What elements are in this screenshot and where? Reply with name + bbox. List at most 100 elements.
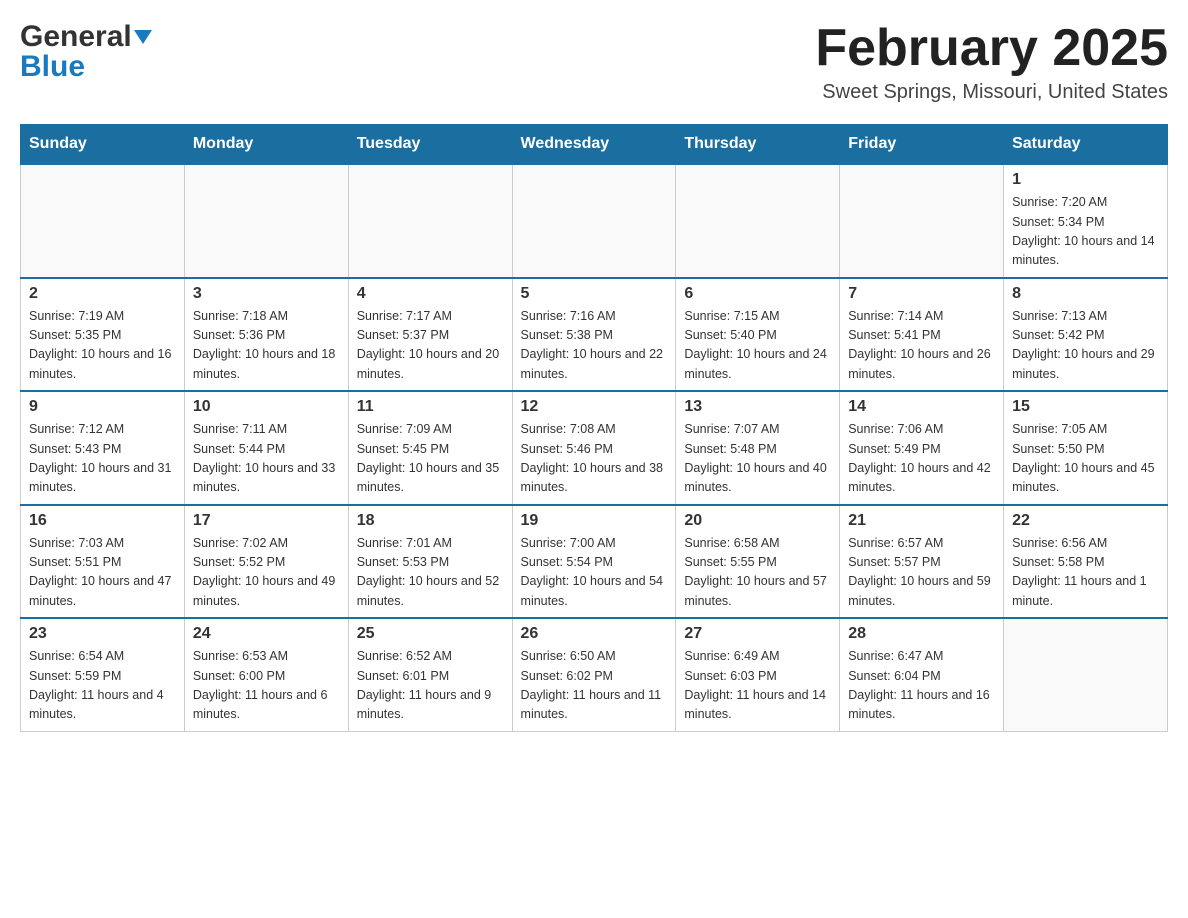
day-number-2: 2 [29,285,176,303]
day-info-24: Sunrise: 6:53 AMSunset: 6:00 PMDaylight:… [193,647,340,725]
day-info-22: Sunrise: 6:56 AMSunset: 5:58 PMDaylight:… [1012,534,1159,612]
calendar-cell-w4-d5: 20 Sunrise: 6:58 AMSunset: 5:55 PMDayligh… [676,505,840,619]
day-number-23: 23 [29,625,176,643]
day-number-26: 26 [521,625,668,643]
calendar-cell-w4-d7: 22 Sunrise: 6:56 AMSunset: 5:58 PMDayligh… [1004,505,1168,619]
day-number-4: 4 [357,285,504,303]
header-friday: Friday [840,125,1004,165]
calendar-cell-w1-d2 [184,164,348,278]
header-monday: Monday [184,125,348,165]
logo-blue: Blue [20,50,85,84]
day-info-8: Sunrise: 7:13 AMSunset: 5:42 PMDaylight:… [1012,307,1159,385]
calendar-cell-w2-d3: 4 Sunrise: 7:17 AMSunset: 5:37 PMDaylight… [348,278,512,392]
day-info-16: Sunrise: 7:03 AMSunset: 5:51 PMDaylight:… [29,534,176,612]
day-number-10: 10 [193,398,340,416]
calendar-cell-w2-d2: 3Sunrise: 7:18 AMSunset: 5:36 PMDaylight… [184,278,348,392]
calendar-header-row: SundayMondayTuesdayWednesdayThursdayFrid… [21,125,1168,165]
calendar-cell-w5-d3: 25 Sunrise: 6:52 AMSunset: 6:01 PMDayligh… [348,618,512,731]
calendar-cell-w1-d7: 1 Sunrise: 7:20 AMSunset: 5:34 PMDaylight… [1004,164,1168,278]
calendar-cell-w4-d4: 19Sunrise: 7:00 AMSunset: 5:54 PMDayligh… [512,505,676,619]
day-number-12: 12 [521,398,668,416]
header-sunday: Sunday [21,125,185,165]
day-number-25: 25 [357,625,504,643]
calendar-cell-w5-d4: 26 Sunrise: 6:50 AMSunset: 6:02 PMDayligh… [512,618,676,731]
day-info-19: Sunrise: 7:00 AMSunset: 5:54 PMDaylight:… [521,534,668,612]
calendar-cell-w5-d7 [1004,618,1168,731]
logo-text: General Blue [20,20,152,84]
logo-general: General [20,20,132,54]
day-info-23: Sunrise: 6:54 AMSunset: 5:59 PMDaylight:… [29,647,176,725]
calendar-cell-w3-d6: 14 Sunrise: 7:06 AMSunset: 5:49 PMDayligh… [840,391,1004,505]
day-number-24: 24 [193,625,340,643]
day-info-13: Sunrise: 7:07 AMSunset: 5:48 PMDaylight:… [684,420,831,498]
calendar-cell-w5-d5: 27Sunrise: 6:49 AMSunset: 6:03 PMDayligh… [676,618,840,731]
day-info-4: Sunrise: 7:17 AMSunset: 5:37 PMDaylight:… [357,307,504,385]
day-number-7: 7 [848,285,995,303]
day-info-15: Sunrise: 7:05 AMSunset: 5:50 PMDaylight:… [1012,420,1159,498]
day-number-27: 27 [684,625,831,643]
calendar-cell-w1-d5 [676,164,840,278]
day-info-10: Sunrise: 7:11 AMSunset: 5:44 PMDaylight:… [193,420,340,498]
day-info-7: Sunrise: 7:14 AMSunset: 5:41 PMDaylight:… [848,307,995,385]
day-info-25: Sunrise: 6:52 AMSunset: 6:01 PMDaylight:… [357,647,504,725]
calendar-cell-w2-d1: 2Sunrise: 7:19 AMSunset: 5:35 PMDaylight… [21,278,185,392]
day-number-11: 11 [357,398,504,416]
calendar-cell-w4-d3: 18 Sunrise: 7:01 AMSunset: 5:53 PMDayligh… [348,505,512,619]
day-info-12: Sunrise: 7:08 AMSunset: 5:46 PMDaylight:… [521,420,668,498]
logo: General Blue [20,20,152,84]
day-info-5: Sunrise: 7:16 AMSunset: 5:38 PMDaylight:… [521,307,668,385]
month-title: February 2025 [815,20,1168,77]
week-row-5: 23 Sunrise: 6:54 AMSunset: 5:59 PMDayligh… [21,618,1168,731]
calendar-cell-w1-d6 [840,164,1004,278]
day-info-1: Sunrise: 7:20 AMSunset: 5:34 PMDaylight:… [1012,193,1159,271]
day-number-13: 13 [684,398,831,416]
day-number-16: 16 [29,512,176,530]
day-info-17: Sunrise: 7:02 AMSunset: 5:52 PMDaylight:… [193,534,340,612]
day-number-15: 15 [1012,398,1159,416]
day-number-5: 5 [521,285,668,303]
week-row-2: 2Sunrise: 7:19 AMSunset: 5:35 PMDaylight… [21,278,1168,392]
page-header: General Blue February 2025 Sweet Springs… [20,20,1168,104]
calendar-table: SundayMondayTuesdayWednesdayThursdayFrid… [20,124,1168,732]
calendar-cell-w2-d5: 6Sunrise: 7:15 AMSunset: 5:40 PMDaylight… [676,278,840,392]
logo-arrow-icon [134,30,152,49]
calendar-cell-w1-d3 [348,164,512,278]
day-number-18: 18 [357,512,504,530]
calendar-cell-w4-d6: 21Sunrise: 6:57 AMSunset: 5:57 PMDayligh… [840,505,1004,619]
calendar-cell-w2-d7: 8 Sunrise: 7:13 AMSunset: 5:42 PMDaylight… [1004,278,1168,392]
calendar-cell-w1-d4 [512,164,676,278]
day-number-6: 6 [684,285,831,303]
header-thursday: Thursday [676,125,840,165]
day-info-20: Sunrise: 6:58 AMSunset: 5:55 PMDaylight:… [684,534,831,612]
calendar-cell-w5-d6: 28Sunrise: 6:47 AMSunset: 6:04 PMDayligh… [840,618,1004,731]
week-row-3: 9 Sunrise: 7:12 AMSunset: 5:43 PMDaylight… [21,391,1168,505]
calendar-cell-w5-d1: 23 Sunrise: 6:54 AMSunset: 5:59 PMDayligh… [21,618,185,731]
calendar-cell-w1-d1 [21,164,185,278]
day-info-9: Sunrise: 7:12 AMSunset: 5:43 PMDaylight:… [29,420,176,498]
day-info-21: Sunrise: 6:57 AMSunset: 5:57 PMDaylight:… [848,534,995,612]
day-number-17: 17 [193,512,340,530]
week-row-1: 1 Sunrise: 7:20 AMSunset: 5:34 PMDaylight… [21,164,1168,278]
day-info-26: Sunrise: 6:50 AMSunset: 6:02 PMDaylight:… [521,647,668,725]
header-saturday: Saturday [1004,125,1168,165]
calendar-cell-w3-d7: 15 Sunrise: 7:05 AMSunset: 5:50 PMDayligh… [1004,391,1168,505]
calendar-cell-w3-d5: 13 Sunrise: 7:07 AMSunset: 5:48 PMDayligh… [676,391,840,505]
day-number-8: 8 [1012,285,1159,303]
day-number-1: 1 [1012,171,1159,189]
day-number-9: 9 [29,398,176,416]
location-subtitle: Sweet Springs, Missouri, United States [815,81,1168,104]
day-number-22: 22 [1012,512,1159,530]
day-number-20: 20 [684,512,831,530]
day-number-28: 28 [848,625,995,643]
calendar-cell-w3-d1: 9 Sunrise: 7:12 AMSunset: 5:43 PMDaylight… [21,391,185,505]
day-number-14: 14 [848,398,995,416]
week-row-4: 16 Sunrise: 7:03 AMSunset: 5:51 PMDayligh… [21,505,1168,619]
calendar-cell-w4-d1: 16 Sunrise: 7:03 AMSunset: 5:51 PMDayligh… [21,505,185,619]
calendar-cell-w3-d3: 11Sunrise: 7:09 AMSunset: 5:45 PMDayligh… [348,391,512,505]
day-number-3: 3 [193,285,340,303]
calendar-cell-w5-d2: 24 Sunrise: 6:53 AMSunset: 6:00 PMDayligh… [184,618,348,731]
calendar-cell-w3-d2: 10 Sunrise: 7:11 AMSunset: 5:44 PMDayligh… [184,391,348,505]
day-info-14: Sunrise: 7:06 AMSunset: 5:49 PMDaylight:… [848,420,995,498]
day-info-18: Sunrise: 7:01 AMSunset: 5:53 PMDaylight:… [357,534,504,612]
calendar-cell-w4-d2: 17 Sunrise: 7:02 AMSunset: 5:52 PMDayligh… [184,505,348,619]
